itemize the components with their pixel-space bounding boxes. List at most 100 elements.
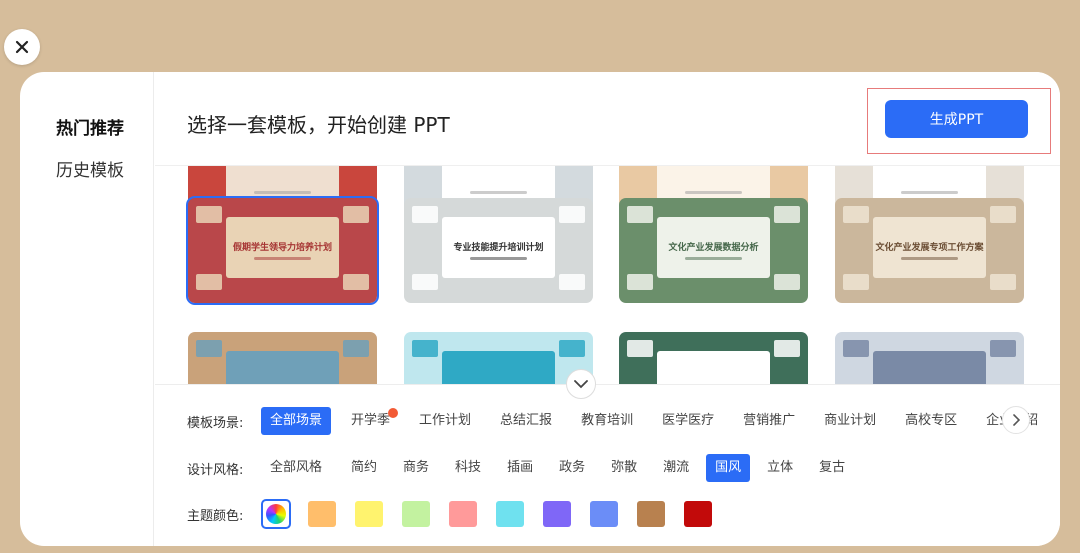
page-title: 选择一套模板，开始创建 PPT: [187, 113, 450, 137]
style-option[interactable]: 复古: [810, 454, 854, 482]
template-card[interactable]: 专业技能提升培训计划: [404, 198, 593, 303]
template-cover: 文化产业发展数据分析: [656, 216, 771, 278]
color-swatch[interactable]: [449, 501, 477, 527]
slide-thumbnail: [558, 340, 586, 358]
color-swatch[interactable]: [355, 501, 383, 527]
color-swatch[interactable]: [402, 501, 430, 527]
slide-thumbnail: [342, 340, 370, 358]
scene-option[interactable]: 医学医疗: [653, 407, 723, 435]
style-option[interactable]: 科技: [446, 454, 490, 482]
scene-option[interactable]: 高校专区: [896, 407, 966, 435]
slide-thumbnail: [195, 206, 222, 224]
main-panel: 选择一套模板，开始创建 PPT 生成PPT 假期学生领导力培养计划 专业技能提升培…: [155, 72, 1060, 546]
template-card[interactable]: [404, 332, 593, 384]
template-cover: 假期学生领导力培养计划: [225, 216, 340, 278]
color-filter-label: 主题颜色:: [187, 508, 244, 524]
template-title: 专业技能提升培训计划: [453, 243, 544, 254]
slide-thumbnail: [626, 273, 653, 291]
template-subtitle-line: [685, 191, 742, 195]
template-card[interactable]: 假期学生领导力培养计划: [186, 196, 379, 305]
slide-thumbnail: [558, 273, 586, 291]
scene-filter-row: 模板场景: 全部场景 开学季 工作计划 总结汇报 教育培训 医学医疗 营销推广 商业计划 高校专…: [187, 406, 1058, 436]
slide-thumbnail: [626, 206, 653, 224]
slide-thumbnail: [626, 340, 653, 358]
scene-filter-label: 模板场景:: [187, 415, 244, 431]
template-title: 文化产业发展数据分析: [668, 243, 759, 254]
slide-thumbnail: [773, 206, 801, 224]
slide-thumbnail: [842, 340, 869, 358]
template-cover: 文化产业发展专项工作方案: [872, 216, 987, 278]
slide-thumbnail: [411, 206, 438, 224]
template-card[interactable]: [188, 332, 377, 384]
scene-option[interactable]: 工作计划: [410, 407, 480, 435]
style-option[interactable]: 弥散: [602, 454, 646, 482]
style-option[interactable]: 简约: [342, 454, 386, 482]
sidebar-item-hot[interactable]: 热门推荐: [56, 114, 124, 139]
scene-next-button[interactable]: [1002, 406, 1030, 434]
template-card[interactable]: 文化产业发展数据分析: [619, 198, 808, 303]
generate-ppt-button[interactable]: 生成PPT: [885, 100, 1028, 138]
style-option[interactable]: 全部风格: [261, 454, 331, 482]
template-subtitle-line: [254, 191, 311, 195]
color-swatch[interactable]: [543, 501, 571, 527]
template-subtitle-line: [901, 257, 958, 261]
sidebar-item-history[interactable]: 历史模板: [56, 156, 124, 181]
scene-option[interactable]: 营销推广: [734, 407, 804, 435]
style-filter-label: 设计风格:: [187, 462, 244, 478]
color-all-swatch[interactable]: [261, 499, 291, 529]
color-swatch[interactable]: [308, 501, 336, 527]
slide-thumbnail: [989, 273, 1017, 291]
expand-button[interactable]: [566, 369, 596, 399]
slide-thumbnail: [773, 273, 801, 291]
slide-thumbnail: [842, 273, 869, 291]
scene-option[interactable]: 教育培训: [572, 407, 642, 435]
template-cover: [656, 350, 771, 384]
slide-thumbnail: [195, 340, 222, 358]
template-cover: [872, 350, 987, 384]
template-subtitle-line: [901, 191, 958, 195]
slide-thumbnail: [411, 340, 438, 358]
scene-option[interactable]: 商业计划: [815, 407, 885, 435]
chevron-down-icon: [574, 380, 588, 389]
filter-panel: 模板场景: 全部场景 开学季 工作计划 总结汇报 教育培训 医学医疗 营销推广 商业计划 高校专…: [155, 384, 1060, 546]
template-subtitle-line: [470, 191, 527, 195]
slide-thumbnail: [773, 340, 801, 358]
scene-option[interactable]: 全部场景: [261, 407, 332, 435]
scene-option[interactable]: 总结汇报: [491, 407, 561, 435]
color-filter-row: 主题颜色:: [187, 499, 731, 529]
slide-thumbnail: [989, 206, 1017, 224]
close-icon: [15, 40, 29, 54]
close-button[interactable]: [4, 29, 40, 65]
hot-badge-icon: [388, 408, 399, 418]
template-cover: [225, 350, 340, 384]
slide-thumbnail: [342, 273, 370, 291]
template-cover: [441, 350, 556, 384]
style-option[interactable]: 潮流: [654, 454, 698, 482]
style-option[interactable]: 插画: [498, 454, 542, 482]
slide-thumbnail: [558, 206, 586, 224]
template-cover: 专业技能提升培训计划: [441, 216, 556, 278]
color-swatch[interactable]: [637, 501, 665, 527]
header: 选择一套模板，开始创建 PPT 生成PPT: [155, 72, 1060, 166]
style-option[interactable]: 立体: [758, 454, 802, 482]
slide-thumbnail: [842, 206, 869, 224]
template-grid: 假期学生领导力培养计划 专业技能提升培训计划 文化产业发展数据分析 文化产业发展专项工…: [155, 166, 1060, 384]
scene-option[interactable]: 开学季: [342, 407, 399, 435]
color-swatch[interactable]: [684, 501, 712, 527]
style-option[interactable]: 国风: [706, 454, 751, 482]
style-option[interactable]: 商务: [394, 454, 438, 482]
chevron-right-icon: [1013, 414, 1020, 426]
color-swatch[interactable]: [590, 501, 618, 527]
template-card[interactable]: 文化产业发展专项工作方案: [835, 198, 1024, 303]
slide-thumbnail: [195, 273, 222, 291]
slide-thumbnail: [342, 206, 370, 224]
slide-thumbnail: [411, 273, 438, 291]
template-subtitle-line: [685, 257, 742, 261]
slide-thumbnail: [989, 340, 1017, 358]
template-picker-modal: 热门推荐 历史模板 选择一套模板，开始创建 PPT 生成PPT 假期学生领导力培…: [20, 72, 1060, 546]
template-subtitle-line: [470, 257, 527, 261]
template-card[interactable]: [835, 332, 1024, 384]
template-card[interactable]: [619, 332, 808, 384]
style-option[interactable]: 政务: [550, 454, 594, 482]
color-swatch[interactable]: [496, 501, 524, 527]
